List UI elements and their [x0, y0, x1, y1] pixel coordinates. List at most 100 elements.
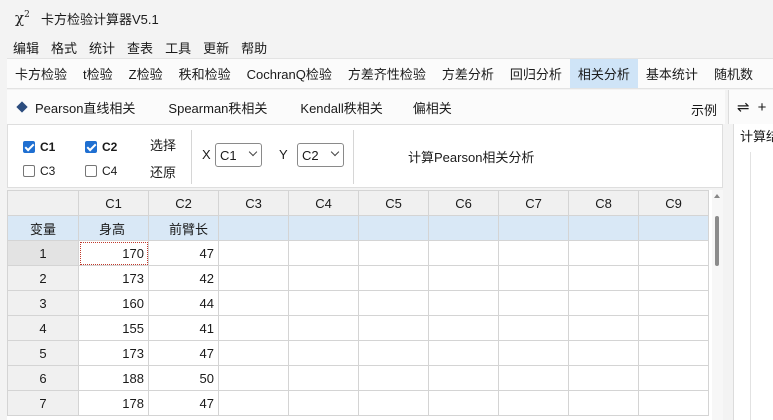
tab-chi-square[interactable]: 卡方检验 — [7, 59, 75, 88]
grid-cell[interactable] — [218, 365, 289, 391]
tab-correlation[interactable]: 相关分析 — [569, 59, 638, 88]
grid-cell[interactable] — [218, 290, 289, 316]
grid-cell[interactable] — [358, 240, 429, 266]
subtab-kendall[interactable]: Kendall秩相关 — [300, 98, 382, 117]
tab-basic-stats[interactable]: 基本统计 — [638, 59, 706, 88]
grid-cell[interactable] — [428, 390, 499, 416]
grid-cell[interactable] — [428, 240, 499, 266]
column-header-c6[interactable]: C6 — [428, 190, 499, 216]
grid-cell[interactable] — [358, 215, 429, 241]
grid-cell[interactable] — [358, 290, 429, 316]
variable-row-header[interactable]: 变量 — [7, 215, 79, 241]
tab-rank-sum[interactable]: 秩和检验 — [171, 59, 239, 88]
grid-cell[interactable] — [288, 340, 359, 366]
grid-corner[interactable] — [7, 190, 79, 216]
grid-cell[interactable] — [638, 315, 709, 341]
tab-regression[interactable]: 回归分析 — [502, 59, 570, 88]
grid-cell[interactable] — [638, 365, 709, 391]
checkbox-c1-box[interactable] — [23, 141, 35, 153]
grid-vertical-scrollbar[interactable] — [712, 190, 723, 420]
grid-cell[interactable] — [638, 240, 709, 266]
column-header-c2[interactable]: C2 — [148, 190, 219, 216]
row-header[interactable]: 4 — [7, 315, 79, 341]
grid-cell[interactable] — [428, 340, 499, 366]
checkbox-c3-box[interactable] — [23, 165, 35, 177]
variable-name-cell[interactable]: 前臂长 — [148, 215, 219, 241]
grid-cell[interactable] — [218, 390, 289, 416]
grid-cell[interactable] — [638, 290, 709, 316]
grid-cell[interactable] — [358, 340, 429, 366]
menu-lookup-table[interactable]: 查表 — [121, 38, 159, 57]
select-button[interactable]: 选择 — [150, 135, 176, 154]
row-header[interactable]: 6 — [7, 365, 79, 391]
menu-statistics[interactable]: 统计 — [83, 38, 121, 57]
tab-cochran-q[interactable]: CochranQ检验 — [239, 59, 340, 88]
checkbox-c2-box[interactable] — [85, 141, 97, 153]
subtab-partial[interactable]: 偏相关 — [413, 98, 452, 117]
grid-cell[interactable]: 41 — [148, 315, 219, 341]
grid-cell[interactable] — [428, 365, 499, 391]
grid-cell[interactable]: 155 — [78, 315, 149, 341]
column-header-c4[interactable]: C4 — [288, 190, 359, 216]
grid-cell[interactable] — [428, 315, 499, 341]
grid-cell[interactable] — [638, 265, 709, 291]
grid-cell[interactable] — [498, 390, 569, 416]
swap-icon[interactable]: ⇌ — [737, 98, 750, 116]
grid-cell[interactable] — [638, 215, 709, 241]
grid-cell[interactable] — [498, 365, 569, 391]
grid-cell[interactable] — [218, 265, 289, 291]
column-header-c9[interactable]: C9 — [638, 190, 709, 216]
grid-cell[interactable]: 173 — [78, 265, 149, 291]
tab-variance-homogeneity[interactable]: 方差齐性检验 — [340, 59, 434, 88]
grid-cell[interactable] — [498, 265, 569, 291]
grid-cell[interactable] — [568, 390, 639, 416]
subtab-spearman[interactable]: Spearman秩相关 — [168, 98, 267, 117]
row-header[interactable]: 7 — [7, 390, 79, 416]
grid-cell[interactable]: 47 — [148, 240, 219, 266]
grid-cell[interactable] — [288, 365, 359, 391]
grid-cell[interactable] — [428, 265, 499, 291]
grid-cell[interactable] — [288, 240, 359, 266]
row-header[interactable]: 2 — [7, 265, 79, 291]
menu-format[interactable]: 格式 — [45, 38, 83, 57]
grid-cell[interactable]: 44 — [148, 290, 219, 316]
grid-cell[interactable] — [568, 315, 639, 341]
column-header-c5[interactable]: C5 — [358, 190, 429, 216]
grid-cell[interactable] — [428, 290, 499, 316]
checkbox-c4[interactable]: C4 — [85, 164, 117, 178]
grid-cell[interactable] — [358, 265, 429, 291]
grid-cell[interactable] — [218, 340, 289, 366]
grid-cell[interactable]: 47 — [148, 390, 219, 416]
checkbox-c2[interactable]: C2 — [85, 140, 117, 154]
grid-cell[interactable]: 178 — [78, 390, 149, 416]
grid-cell[interactable] — [568, 265, 639, 291]
checkbox-c4-box[interactable] — [85, 165, 97, 177]
grid-cell[interactable] — [218, 315, 289, 341]
grid-cell[interactable]: 188 — [78, 365, 149, 391]
menu-tools[interactable]: 工具 — [159, 38, 197, 57]
grid-cell[interactable] — [568, 340, 639, 366]
grid-cell[interactable]: 50 — [148, 365, 219, 391]
restore-button[interactable]: 还原 — [150, 162, 176, 181]
y-variable-select[interactable]: C2 — [297, 143, 344, 167]
grid-cell[interactable] — [498, 290, 569, 316]
grid-cell[interactable] — [218, 215, 289, 241]
variable-name-cell[interactable]: 身高 — [78, 215, 149, 241]
grid-cell[interactable] — [568, 290, 639, 316]
menu-help[interactable]: 帮助 — [235, 38, 273, 57]
grid-cell[interactable] — [568, 365, 639, 391]
grid-cell[interactable] — [358, 390, 429, 416]
grid-cell[interactable]: 160 — [78, 290, 149, 316]
grid-cell[interactable]: 42 — [148, 265, 219, 291]
grid-cell[interactable]: 170 — [78, 240, 149, 266]
column-header-c7[interactable]: C7 — [498, 190, 569, 216]
grid-cell[interactable] — [638, 390, 709, 416]
tab-random-number[interactable]: 随机数 — [706, 59, 761, 88]
grid-cell[interactable] — [498, 340, 569, 366]
row-header[interactable]: 5 — [7, 340, 79, 366]
example-link[interactable]: 示例 — [691, 100, 717, 119]
menu-update[interactable]: 更新 — [197, 38, 235, 57]
grid-cell[interactable] — [288, 265, 359, 291]
row-header[interactable]: 1 — [7, 240, 79, 266]
grid-cell[interactable] — [288, 390, 359, 416]
